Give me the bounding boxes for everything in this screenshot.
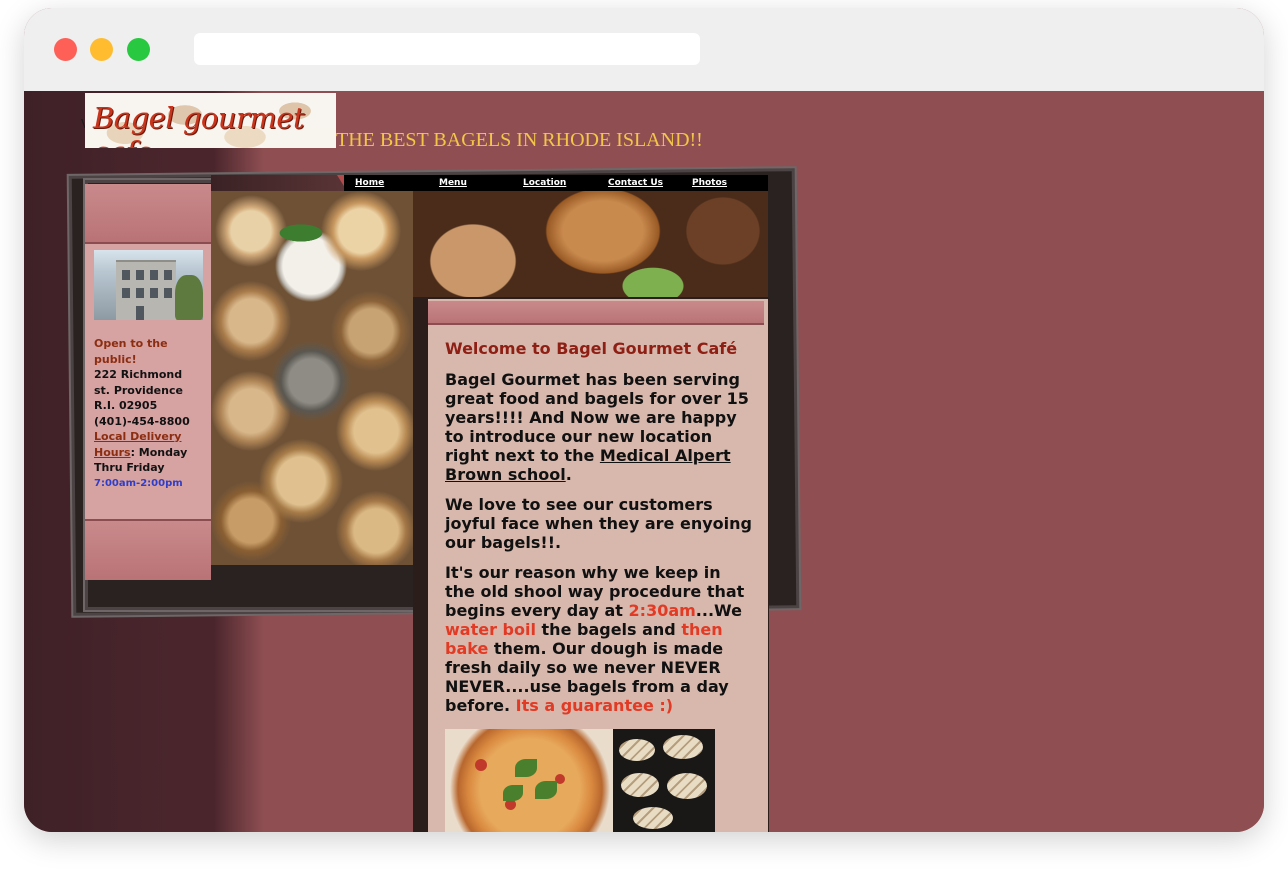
process-paragraph: It's our reason why we keep in the old s… [445, 563, 745, 715]
days-text: : Monday [130, 445, 188, 459]
main-content: Welcome to Bagel Gourmet Café Bagel Gour… [445, 339, 755, 726]
nav-home-link[interactable]: Home [355, 178, 384, 188]
welcome-heading: Welcome to Bagel Gourmet Café [445, 339, 738, 358]
minimize-window-button[interactable] [90, 38, 113, 61]
tagline: THE BEST BAGELS IN RHODE ISLAND!! [336, 129, 703, 151]
browser-chrome [24, 8, 1264, 91]
close-window-button[interactable] [54, 38, 77, 61]
nav-contact-link[interactable]: Contact Us [608, 178, 663, 188]
browser-window: V Bagel gourmet cafe THE BEST BAGELS IN … [24, 8, 1264, 832]
sidebar-bottom-panel [85, 519, 211, 580]
sidebar: Open to the public! 222 Richmond st. Pro… [85, 184, 211, 580]
site-logo[interactable]: Bagel gourmet cafe [85, 93, 336, 148]
address-line-1: 222 Richmond [94, 368, 183, 381]
intro-paragraph: Bagel Gourmet has been serving great foo… [445, 370, 749, 484]
content-top-bar [428, 301, 764, 325]
nav-photos-link[interactable]: Photos [692, 178, 727, 188]
open-notice: Open to the [94, 337, 168, 350]
tree-shape [175, 275, 203, 320]
nav-location-link[interactable]: Location [523, 178, 566, 188]
boil-highlight: water boil [445, 620, 536, 639]
logo-text: Bagel gourmet cafe [93, 101, 305, 148]
guarantee-highlight: Its a guarantee :) [515, 696, 674, 715]
main-navigation: Home Menu Location Contact Us Photos [344, 175, 768, 191]
nav-menu-link[interactable]: Menu [439, 178, 467, 188]
page-viewport: V Bagel gourmet cafe THE BEST BAGELS IN … [24, 91, 1264, 832]
open-notice-2: public! [94, 352, 137, 366]
sidebar-top-panel [85, 184, 211, 244]
basil-garnish [271, 221, 331, 245]
nav-corner-decoration [211, 175, 347, 191]
local-delivery-link[interactable]: Local Delivery [94, 429, 209, 445]
days-text-2: Thru Friday [94, 461, 165, 474]
grilled-bread-photo [613, 729, 715, 832]
bagels-photo [211, 191, 413, 565]
building-photo [94, 250, 203, 320]
maximize-window-button[interactable] [127, 38, 150, 61]
hours-text: 7:00am-2:00pm [94, 477, 183, 489]
address-bar[interactable] [194, 33, 700, 65]
contact-info: Open to the public! 222 Richmond st. Pro… [94, 336, 209, 491]
address-line-2: st. Providence [94, 383, 183, 397]
time-highlight: 2:30am [628, 601, 696, 620]
pastries-photo [413, 191, 768, 297]
hours-link[interactable]: Hours [94, 446, 131, 459]
phone-number: (401)-454-8800 [94, 414, 190, 428]
building-shape [116, 260, 176, 320]
pizza-photo [445, 729, 615, 832]
customers-paragraph: We love to see our customers joyful face… [445, 495, 752, 552]
address-line-3: R.I. 02905 [94, 399, 158, 412]
